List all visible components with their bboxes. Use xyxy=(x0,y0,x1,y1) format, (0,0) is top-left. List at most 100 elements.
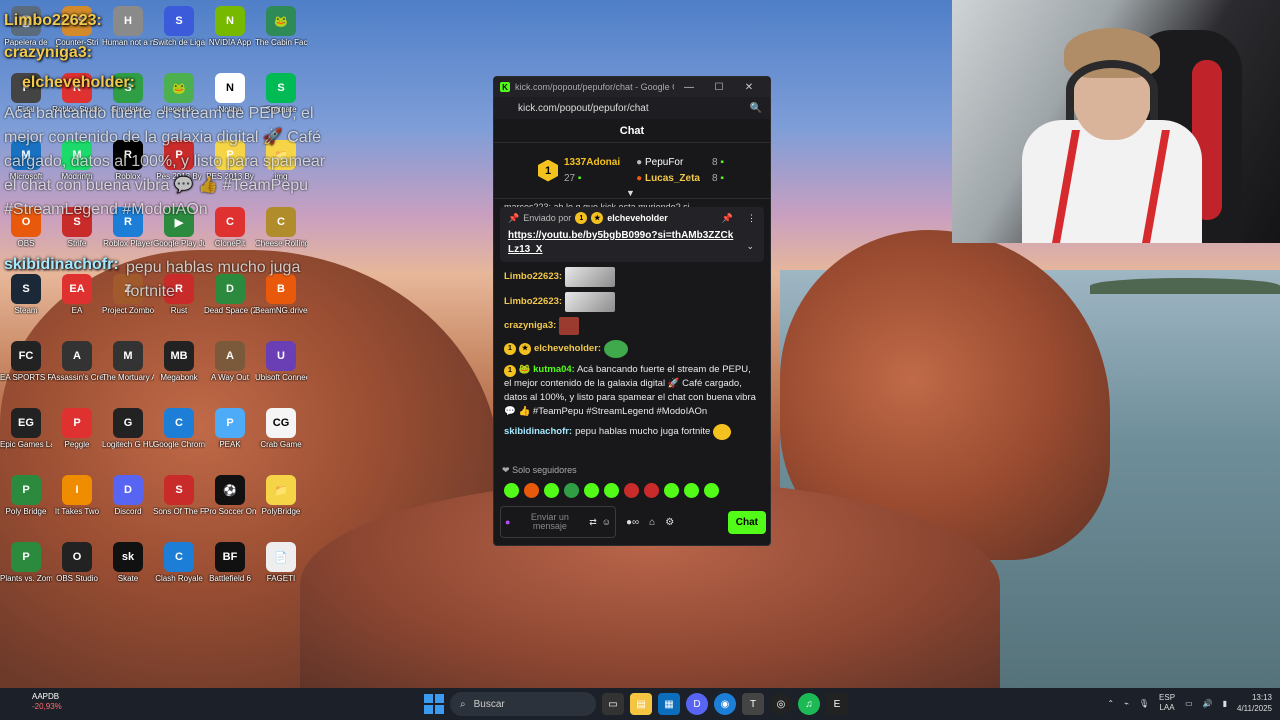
quick-emote-icon[interactable] xyxy=(664,483,679,498)
bronze-badge-icon: ● xyxy=(636,172,643,184)
desktop-icon[interactable]: S Steam xyxy=(0,274,52,315)
quick-emote-icon[interactable] xyxy=(544,483,559,498)
desktop-icon[interactable]: N NVIDIA App xyxy=(204,6,256,47)
search-placeholder: Buscar xyxy=(473,698,505,710)
tray-chevron-icon[interactable]: ⌃ xyxy=(1107,699,1114,708)
mic-tray-icon[interactable]: 🎙 xyxy=(1139,699,1149,708)
desktop-icon[interactable]: P Poly Bridge xyxy=(0,475,52,516)
desktop-icon[interactable]: CG Crab Game xyxy=(255,408,307,449)
more-options-icon[interactable]: ⋮ xyxy=(747,213,756,224)
pinned-message[interactable]: 📌 Enviado por 1 ★ elcheveholder 📌 ⋮ http… xyxy=(500,207,764,262)
desktop-icon-label: PEAK xyxy=(219,440,241,449)
quick-emote-icon[interactable] xyxy=(624,483,639,498)
username[interactable]: Limbo22623: xyxy=(504,270,562,284)
desktop-icon-label: Assassin's Creed xyxy=(51,373,103,382)
task-view-icon[interactable]: ▭ xyxy=(602,693,624,715)
desktop-icon[interactable]: S Switch de Ligas xyxy=(153,6,205,47)
desktop-icon[interactable]: M The Mortuary Assistant xyxy=(102,341,154,382)
desktop-icon[interactable]: MB Megabonk xyxy=(153,341,205,382)
leader-third-name[interactable]: Lucas_Zeta xyxy=(645,173,700,184)
discord-taskbar-icon[interactable]: D xyxy=(686,693,708,715)
network-icon[interactable]: ⌁ xyxy=(1124,699,1129,708)
desktop-icon[interactable]: 📄 FAGETI xyxy=(255,542,307,583)
quick-emote-icon[interactable] xyxy=(644,483,659,498)
desktop-icon[interactable]: 📁 PolyBridge xyxy=(255,475,307,516)
desktop-icon[interactable]: C Clash Royale xyxy=(153,542,205,583)
desktop-icon[interactable]: P Plants vs. Zombies Re... xyxy=(0,542,52,583)
username[interactable]: Limbo22623: xyxy=(504,295,562,309)
username[interactable]: crazyniga3: xyxy=(504,319,556,333)
window-titlebar: K kick.com/popout/pepufor/chat - Google … xyxy=(494,77,770,97)
desktop-icon[interactable]: O OBS Studio xyxy=(51,542,103,583)
pinned-author[interactable]: elcheveholder xyxy=(607,213,668,223)
send-chat-button[interactable]: Chat xyxy=(727,510,766,534)
app-icon: I xyxy=(62,475,92,505)
language-indicator[interactable]: ESP LAA xyxy=(1159,693,1175,713)
unpin-icon[interactable]: 📌 xyxy=(722,213,733,224)
desktop-icon[interactable]: A A Way Out xyxy=(204,341,256,382)
desktop-icon[interactable]: sk Skate xyxy=(102,542,154,583)
pinned-link[interactable]: https://youtu.be/by5bgbB099o?si=thAMb3ZZ… xyxy=(508,229,738,257)
desktop-icon[interactable]: C Google Chrome xyxy=(153,408,205,449)
quick-emote-icon[interactable] xyxy=(584,483,599,498)
collapse-chevron-icon[interactable]: ▼ xyxy=(626,188,635,198)
leader-first-name[interactable]: 1337Adonai xyxy=(564,155,620,171)
desktop-icon[interactable]: P Peggle xyxy=(51,408,103,449)
desktop-icon[interactable]: EA EA xyxy=(51,274,103,315)
quick-emote-icon[interactable] xyxy=(504,483,519,498)
quick-emote-icon[interactable] xyxy=(684,483,699,498)
desktop-icon[interactable]: U Ubisoft Connect xyxy=(255,341,307,382)
address-bar[interactable]: kick.com/popout/pepufor/chat 🔍 xyxy=(494,97,770,119)
desktop-icon[interactable]: 🐸 The Cabin Factory xyxy=(255,6,307,47)
windows-start-icon[interactable] xyxy=(424,694,444,714)
username[interactable]: kutma04: xyxy=(533,364,575,375)
quick-emote-icon[interactable] xyxy=(564,483,579,498)
message-input[interactable]: ● Enviar un mensaje ⇄ ☺ xyxy=(500,506,616,538)
stock-widget[interactable]: AAPDB -20,93% xyxy=(14,692,62,712)
epic-taskbar-icon[interactable]: E xyxy=(826,693,848,715)
close-button[interactable]: ✕ xyxy=(734,82,764,93)
desktop-icon[interactable]: P PEAK xyxy=(204,408,256,449)
desktop-icon[interactable]: I It Takes Two xyxy=(51,475,103,516)
taskbar-search[interactable]: ⌕ Buscar xyxy=(450,692,596,716)
quick-emote-icon[interactable] xyxy=(524,483,539,498)
emoji-icon[interactable]: ☺ xyxy=(602,517,611,527)
community-icon[interactable]: ●∞ xyxy=(626,517,639,528)
desktop-icon[interactable]: BF Battlefield 6 xyxy=(204,542,256,583)
desktop-icon[interactable]: A Assassin's Creed xyxy=(51,341,103,382)
desktop-icon[interactable]: G Logitech G HUB xyxy=(102,408,154,449)
chat-title: Chat xyxy=(494,119,770,143)
desktop-icon[interactable]: H Human not a man xyxy=(102,6,154,47)
desktop-icon[interactable]: FC EA SPORTS FC 26 xyxy=(0,341,52,382)
maximize-button[interactable]: ☐ xyxy=(704,82,734,93)
translate-icon[interactable]: ⇄ xyxy=(589,517,597,528)
volume-icon[interactable]: 🔊 xyxy=(1203,699,1213,708)
quick-emote-icon[interactable] xyxy=(704,483,719,498)
expand-chevron-icon[interactable]: ⌄ xyxy=(746,241,754,252)
file-explorer-icon[interactable]: ▤ xyxy=(630,693,652,715)
spotify-taskbar-icon[interactable]: ♫ xyxy=(798,693,820,715)
settings-gear-icon[interactable]: ⚙ xyxy=(665,517,674,528)
teams-taskbar-icon[interactable]: T xyxy=(742,693,764,715)
store-icon[interactable]: ⌂ xyxy=(649,517,655,528)
store-app-icon[interactable]: ▦ xyxy=(658,693,680,715)
stock-name: AAPDB xyxy=(32,692,60,701)
obs-taskbar-icon[interactable]: ◎ xyxy=(770,693,792,715)
username[interactable]: skibidinachofr: xyxy=(504,425,572,439)
monitor-icon[interactable]: ▭ xyxy=(1185,699,1193,708)
clock[interactable]: 13:13 4/11/2025 xyxy=(1237,692,1272,714)
microphone-icon[interactable]: ● xyxy=(505,517,510,527)
desktop-icon[interactable]: ⚽ Pro Soccer Online xyxy=(204,475,256,516)
app-icon: 🐸 xyxy=(164,73,194,103)
zoom-icon[interactable]: 🔍 xyxy=(750,103,762,114)
username[interactable]: elcheveholder: xyxy=(534,342,601,356)
desktop-icon[interactable]: D Discord xyxy=(102,475,154,516)
battery-icon[interactable]: ▮ xyxy=(1223,699,1227,708)
quick-emote-icon[interactable] xyxy=(604,483,619,498)
leader-second-name[interactable]: PepuFor xyxy=(645,157,683,168)
desktop-icon[interactable]: S Sons Of The Forest xyxy=(153,475,205,516)
desktop-icon[interactable]: EG Epic Games Launcher xyxy=(0,408,52,449)
minimize-button[interactable]: — xyxy=(674,82,704,93)
chrome-taskbar-icon[interactable]: ◉ xyxy=(714,693,736,715)
desktop-icon-label: Steam xyxy=(14,306,38,315)
